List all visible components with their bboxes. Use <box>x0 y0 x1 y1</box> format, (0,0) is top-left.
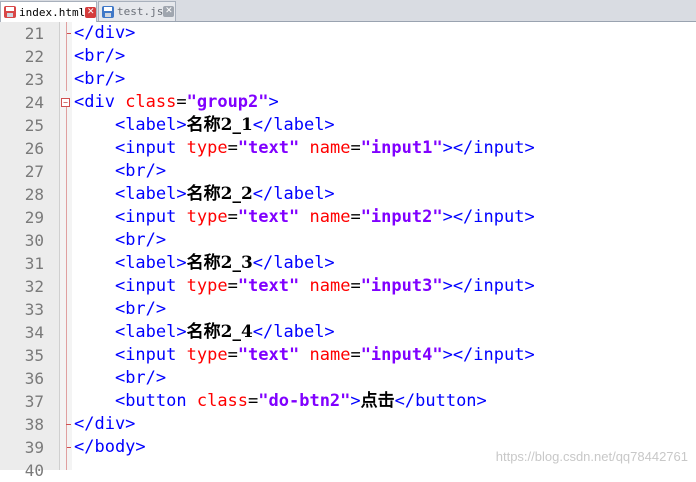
code-line: 22 <br/> <box>0 45 696 68</box>
code-text: <label>名称2_4</label> <box>114 322 335 342</box>
line-number: 21 <box>24 24 44 43</box>
line-number: 28 <box>24 185 44 204</box>
code-line: 34 <label>名称2_4</label> <box>0 321 696 344</box>
line-number: 33 <box>24 300 44 319</box>
line-number: 35 <box>24 346 44 365</box>
line-number: 29 <box>24 208 44 227</box>
line-number: 22 <box>24 47 44 66</box>
code-text: <br/> <box>74 46 126 66</box>
code-line: 33 <br/> <box>0 298 696 321</box>
line-number: 40 <box>24 461 44 480</box>
line-number: 24 <box>24 93 44 112</box>
code-text: </div> <box>74 414 136 434</box>
line-number: 26 <box>24 139 44 158</box>
line-number: 37 <box>24 392 44 411</box>
close-icon[interactable]: ✕ <box>85 6 97 18</box>
code-line: 28 <label>名称2_2</label> <box>0 183 696 206</box>
code-line: 27 <br/> <box>0 160 696 183</box>
code-text: <br/> <box>114 230 167 250</box>
line-number: 31 <box>24 254 44 273</box>
line-number: 27 <box>24 162 44 181</box>
code-text: <br/> <box>114 161 167 181</box>
code-text: </body> <box>74 437 146 457</box>
code-line: 23 <br/> <box>0 68 696 91</box>
code-text: <label>名称2_3</label> <box>114 253 335 273</box>
code-line: 32 <input type="text" name="input3"></in… <box>0 275 696 298</box>
code-line: 26 <input type="text" name="input1"></in… <box>0 137 696 160</box>
code-line: 24 <div class="group2"> <box>0 91 696 114</box>
line-number: 30 <box>24 231 44 250</box>
line-number: 23 <box>24 70 44 89</box>
close-icon[interactable]: ✕ <box>163 6 175 17</box>
code-line: 29 <input type="text" name="input2"></in… <box>0 206 696 229</box>
code-text: <br/> <box>114 299 167 319</box>
line-number: 38 <box>24 415 44 434</box>
tab-bar: index.html ✕ test.js ✕ <box>0 0 696 22</box>
line-number: 39 <box>24 438 44 457</box>
code-text: <input type="text" name="input1"></input… <box>114 138 535 158</box>
code-text: <br/> <box>114 368 167 388</box>
code-text: <input type="text" name="input4"></input… <box>114 345 535 365</box>
code-text: <label>名称2_1</label> <box>114 115 335 135</box>
code-text: <br/> <box>74 69 126 89</box>
code-text: <button class="do-btn2">点击</button> <box>114 391 487 411</box>
tab-test-js[interactable]: test.js ✕ <box>98 1 176 21</box>
line-number: 34 <box>24 323 44 342</box>
code-text: <input type="text" name="input3"></input… <box>114 276 535 296</box>
code-line: 25 <label>名称2_1</label> <box>0 114 696 137</box>
code-line: 31 <label>名称2_3</label> <box>0 252 696 275</box>
line-number: 32 <box>24 277 44 296</box>
code-line: 30 <br/> <box>0 229 696 252</box>
floppy-disk-icon <box>4 6 16 18</box>
code-text: </div> <box>74 23 136 43</box>
watermark: https://blog.csdn.net/qq78442761 <box>495 449 688 464</box>
code-line: 38 </div> <box>0 413 696 436</box>
code-line: 36 <br/> <box>0 367 696 390</box>
code-text: <label>名称2_2</label> <box>114 184 335 204</box>
code-editor[interactable]: − 21 </div> 22 <br/> 23 <br/> 24 <div cl… <box>0 22 696 480</box>
code-line: 21 </div> <box>0 22 696 45</box>
tab-label: test.js <box>117 5 164 18</box>
line-number: 25 <box>24 116 44 135</box>
tab-index-html[interactable]: index.html ✕ <box>0 1 97 22</box>
code-line: 37 <button class="do-btn2">点击</button> <box>0 390 696 413</box>
code-line: 35 <input type="text" name="input4"></in… <box>0 344 696 367</box>
code-text: <input type="text" name="input2"></input… <box>114 207 535 227</box>
line-number: 36 <box>24 369 44 388</box>
floppy-disk-icon <box>102 5 114 18</box>
tab-label: index.html <box>19 5 86 19</box>
code-text: <div class="group2"> <box>74 92 279 112</box>
